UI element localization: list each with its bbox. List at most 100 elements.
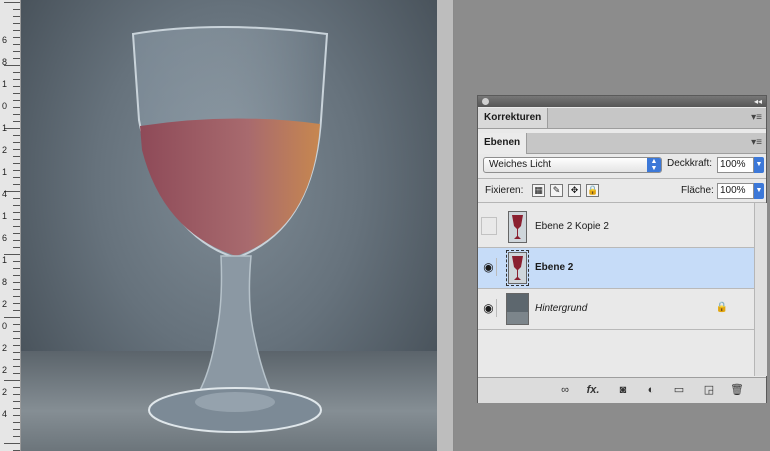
- ruler-tick: [13, 289, 20, 290]
- ruler-tick: [13, 51, 20, 52]
- ruler-tick: [13, 296, 20, 297]
- panel-titlebar[interactable]: ◂◂: [478, 96, 766, 107]
- ruler-tick: [13, 226, 20, 227]
- ruler-tick: [13, 345, 20, 346]
- layer-name: Hintergrund: [535, 303, 588, 314]
- trash-icon[interactable]: 🗑: [730, 383, 744, 397]
- document-canvas[interactable]: [21, 0, 437, 451]
- layer-thumbnail: [506, 250, 529, 286]
- ruler-label: 2: [2, 365, 8, 375]
- panel-menu-icon[interactable]: ▾≡: [751, 113, 762, 123]
- divider: [478, 178, 766, 179]
- tab-korrekturen[interactable]: Korrekturen: [478, 108, 549, 128]
- ruler-tick: [13, 114, 20, 115]
- adjustment-icon[interactable]: ◐: [644, 383, 658, 397]
- ruler-tick: [13, 184, 20, 185]
- ruler-tick: [13, 233, 20, 234]
- layer-thumbnail: [506, 293, 529, 325]
- ruler-tick: [13, 23, 20, 24]
- layer-name: Ebene 2: [535, 262, 574, 273]
- new-layer-icon[interactable]: ◲: [702, 383, 716, 397]
- ruler-tick: [13, 93, 20, 94]
- ruler-tick: [13, 429, 20, 430]
- lock-move-icon[interactable]: ✥: [568, 184, 581, 197]
- lock-icon: 🔒: [715, 302, 728, 313]
- fill-dropdown-arrow[interactable]: ▼: [754, 183, 764, 199]
- ruler-tick: [13, 373, 20, 374]
- ruler-tick: [13, 9, 20, 10]
- canvas-border: [437, 0, 454, 451]
- ruler-tick: [13, 121, 20, 122]
- mask-icon[interactable]: ◙: [616, 383, 630, 397]
- ruler-label: 1: [2, 79, 8, 89]
- ruler-label: 0: [2, 321, 8, 331]
- eye-icon[interactable]: ◉: [481, 258, 497, 276]
- ruler-tick: [13, 240, 20, 241]
- eye-icon[interactable]: ◉: [481, 299, 497, 317]
- tab-ebenen[interactable]: Ebenen: [478, 133, 528, 154]
- ruler-tick: [13, 44, 20, 45]
- lock-brush-icon[interactable]: ✎: [550, 184, 563, 197]
- ruler-tick: [13, 107, 20, 108]
- ruler-tick: [13, 142, 20, 143]
- layers-toolbar: ∞ fx. ◙ ◐ ▭ ◲ 🗑: [478, 377, 766, 403]
- ruler-tick: [13, 387, 20, 388]
- opacity-input[interactable]: 100%: [717, 157, 754, 173]
- opacity-dropdown-arrow[interactable]: ▼: [754, 157, 764, 173]
- ruler-tick: [13, 30, 20, 31]
- ruler-tick: [13, 310, 20, 311]
- fill-label: Fläche:: [681, 185, 714, 196]
- layer-ebene-2[interactable]: ◉ Ebene 2: [478, 248, 754, 289]
- ruler-tick: [13, 359, 20, 360]
- ruler-label: 4: [2, 189, 8, 199]
- ruler-tick: [4, 317, 20, 318]
- ruler-tick: [13, 79, 20, 80]
- ruler-tick: [13, 436, 20, 437]
- ruler-label: 6: [2, 35, 8, 45]
- divider: [478, 202, 766, 203]
- layer-hintergrund[interactable]: ◉ Hintergrund 🔒: [478, 289, 754, 330]
- opacity-label: Deckkraft:: [667, 158, 713, 169]
- ruler-tick: [4, 443, 20, 444]
- ruler-tick: [13, 163, 20, 164]
- ruler-tick: [13, 352, 20, 353]
- ruler-tick: [13, 422, 20, 423]
- ruler-tick: [13, 324, 20, 325]
- blend-mode-select[interactable]: Weiches Licht ▲ ▼: [483, 157, 662, 173]
- fx-icon[interactable]: fx.: [586, 383, 600, 397]
- wine-glass-image: [131, 26, 329, 433]
- ruler-tick: [4, 380, 20, 381]
- select-arrows-icon: ▲ ▼: [647, 158, 661, 172]
- layer-ebene-2-kopie-2[interactable]: Ebene 2 Kopie 2: [478, 207, 754, 248]
- ruler-tick: [13, 16, 20, 17]
- ruler-tick: [13, 275, 20, 276]
- layer-name: Ebene 2 Kopie 2: [535, 221, 609, 232]
- link-icon[interactable]: ∞: [558, 383, 572, 397]
- layers-scrollbar[interactable]: [754, 203, 767, 376]
- collapse-icon[interactable]: ◂◂: [754, 96, 762, 107]
- panel-menu-icon[interactable]: ▾≡: [751, 138, 762, 148]
- ruler-tick: [13, 303, 20, 304]
- ruler-label: 2: [2, 387, 8, 397]
- ruler-tick: [13, 100, 20, 101]
- adjustments-tabrow: Korrekturen ▾≡: [478, 108, 766, 129]
- ruler-tick: [13, 198, 20, 199]
- lock-transparency-icon[interactable]: ▦: [532, 184, 545, 197]
- lock-label: Fixieren:: [485, 185, 524, 196]
- ruler-tick: [13, 212, 20, 213]
- ruler-label: 1: [2, 123, 8, 133]
- ruler-tick: [13, 366, 20, 367]
- lock-all-icon[interactable]: 🔒: [586, 184, 599, 197]
- ruler-label: 4: [2, 409, 8, 419]
- ruler-tick: [13, 177, 20, 178]
- visibility-toggle-off[interactable]: [481, 217, 497, 235]
- close-icon[interactable]: [482, 98, 489, 105]
- ruler-tick: [13, 408, 20, 409]
- layers-tabrow: Ebenen ▾≡: [478, 133, 766, 154]
- fill-input[interactable]: 100%: [717, 183, 754, 199]
- ruler-tick: [4, 2, 20, 3]
- ruler-tick: [13, 135, 20, 136]
- ruler-tick: [13, 394, 20, 395]
- ruler-label: 8: [2, 57, 8, 67]
- folder-icon[interactable]: ▭: [672, 383, 686, 397]
